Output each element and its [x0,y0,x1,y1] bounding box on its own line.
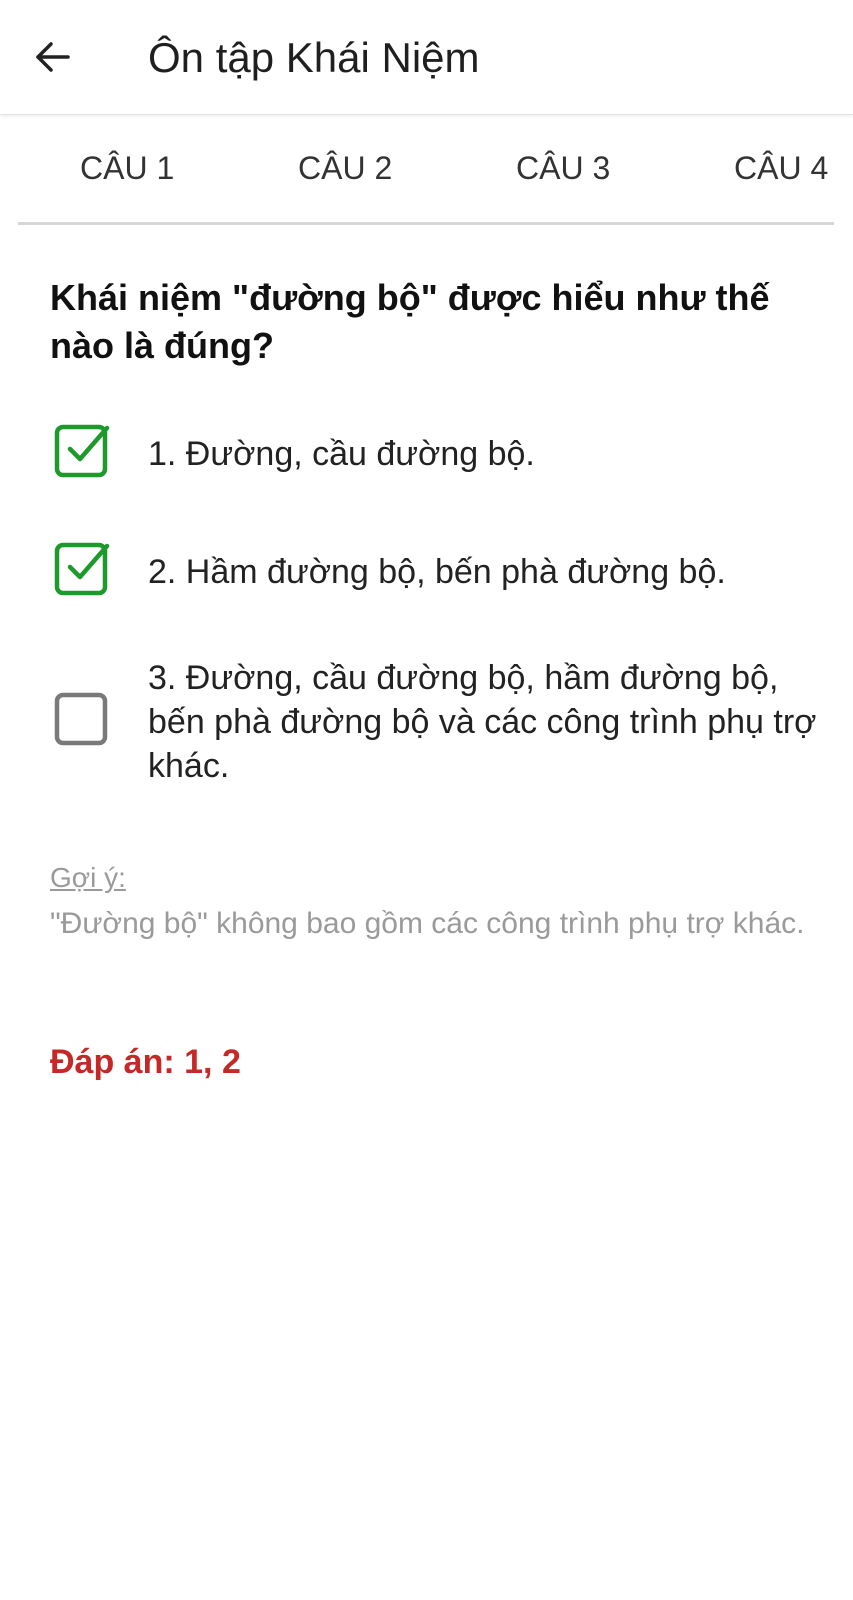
option-label: 1. Đường, cầu đường bộ. [148,435,535,473]
hint-label: Gợi ý: [50,862,126,893]
page-title: Ôn tập Khái Niệm [148,34,480,81]
question-tabs: CÂU 1 CÂU 2 CÂU 3 CÂU 4 [0,116,853,224]
app-bar: Ôn tập Khái Niệm [0,0,853,115]
option-label: 2. Hầm đường bộ, bến phà đường bộ. [148,553,726,591]
option-3[interactable]: 3. Đường, cầu đường bộ, hầm đường bộ, bế… [54,656,834,792]
checkbox-unchecked-icon[interactable] [54,690,110,746]
answer-value: 1, 2 [184,1043,241,1081]
tab-cau-2[interactable]: CÂU 2 [298,146,392,190]
answer: Đáp án: 1, 2 [50,1040,241,1084]
option-label: 3. Đường, cầu đường bộ, hầm đường bộ, bế… [148,659,817,785]
back-button[interactable] [22,27,82,87]
option-1[interactable]: 1. Đường, cầu đường bộ. [54,420,834,480]
tab-cau-1[interactable]: CÂU 1 [80,146,174,190]
checkbox-checked-icon[interactable] [54,422,110,478]
tab-divider [18,222,834,225]
answer-label: Đáp án: [50,1043,175,1081]
option-2[interactable]: 2. Hầm đường bộ, bến phà đường bộ. [54,538,834,598]
hint-text: "Đường bộ" không bao gồm các công trình … [50,907,805,940]
tab-cau-3[interactable]: CÂU 3 [516,146,610,190]
arrow-left-icon [36,42,70,72]
checkbox-checked-icon[interactable] [54,540,110,596]
question-text: Khái niệm "đường bộ" được hiểu như thế n… [50,277,770,366]
tab-cau-4[interactable]: CÂU 4 [734,146,828,190]
